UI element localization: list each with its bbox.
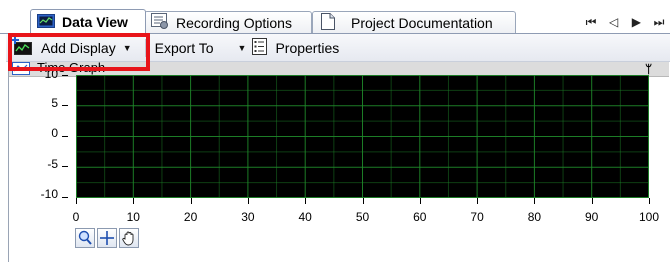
tab-recording-options[interactable]: Recording Options	[144, 11, 312, 33]
x-tick-label: 100	[638, 210, 660, 224]
chevron-down-icon[interactable]: ▼	[238, 43, 247, 53]
y-tick-label: 0	[51, 126, 58, 140]
properties-button[interactable]: Properties	[249, 37, 342, 59]
x-tick-mark	[420, 198, 421, 204]
y-tick-mark	[62, 197, 68, 198]
x-tick-label: 90	[585, 210, 599, 224]
y-tick-label: -10	[40, 187, 58, 201]
recording-options-icon	[151, 13, 169, 32]
x-tick-label: 40	[298, 210, 312, 224]
export-to-button[interactable]: Export To ▼	[152, 37, 250, 59]
x-tick-mark	[534, 198, 535, 204]
properties-label: Properties	[275, 39, 340, 56]
document-icon	[321, 12, 335, 33]
x-tick-label: 30	[241, 210, 255, 224]
x-tick-label: 60	[413, 210, 427, 224]
pin-icon[interactable]: ᛘ	[645, 62, 652, 76]
plot-grid	[76, 75, 649, 198]
y-tick-label: -5	[47, 157, 58, 171]
cursor-crosshair-icon[interactable]	[97, 228, 117, 248]
properties-icon	[252, 37, 268, 58]
tab-project-documentation[interactable]: Project Documentation	[312, 11, 516, 33]
x-tick-label: 80	[527, 210, 542, 224]
x-tick-mark	[133, 198, 134, 204]
y-tick-mark	[62, 105, 68, 106]
x-tick-mark	[649, 198, 650, 204]
tab-label: Data View	[62, 14, 128, 30]
graph-tools	[75, 228, 141, 248]
tab-data-view[interactable]: Data View	[30, 9, 146, 34]
x-tick-mark	[363, 198, 364, 204]
x-tick-mark	[76, 198, 77, 204]
tab-label: Project Documentation	[351, 14, 493, 31]
x-tick-mark	[248, 198, 249, 204]
x-tick-mark	[191, 198, 192, 204]
y-tick-mark	[62, 75, 68, 76]
prev-tab-icon[interactable]: ◁	[605, 15, 623, 29]
y-tick-mark	[62, 136, 68, 137]
time-graph-plot[interactable]	[76, 75, 649, 198]
x-tick-mark	[477, 198, 478, 204]
pan-hand-icon[interactable]	[119, 228, 139, 248]
zoom-icon[interactable]	[75, 228, 95, 248]
y-tick-mark	[62, 166, 68, 167]
x-tick-label: 10	[126, 210, 140, 224]
tab-label: Recording Options	[176, 14, 292, 31]
tab-strip: Data View Recording Options Project Docu…	[0, 0, 670, 34]
data-view-icon	[37, 13, 55, 31]
x-tick-label: 50	[355, 210, 370, 224]
y-tick-label: 5	[51, 96, 58, 110]
x-tick-mark	[592, 198, 593, 204]
first-tab-icon[interactable]: ⏮	[582, 15, 600, 30]
x-tick-mark	[305, 198, 306, 204]
highlight-box	[8, 33, 150, 71]
x-tick-label: 0	[72, 210, 80, 224]
export-to-label: Export To	[154, 39, 214, 56]
next-tab-icon[interactable]: ▶	[627, 15, 645, 29]
x-tick-label: 70	[470, 210, 484, 224]
tab-navigation: ⏮ ◁ ▶ ⏭	[582, 13, 670, 31]
x-tick-label: 20	[183, 210, 198, 224]
last-tab-icon[interactable]: ⏭	[650, 15, 668, 30]
